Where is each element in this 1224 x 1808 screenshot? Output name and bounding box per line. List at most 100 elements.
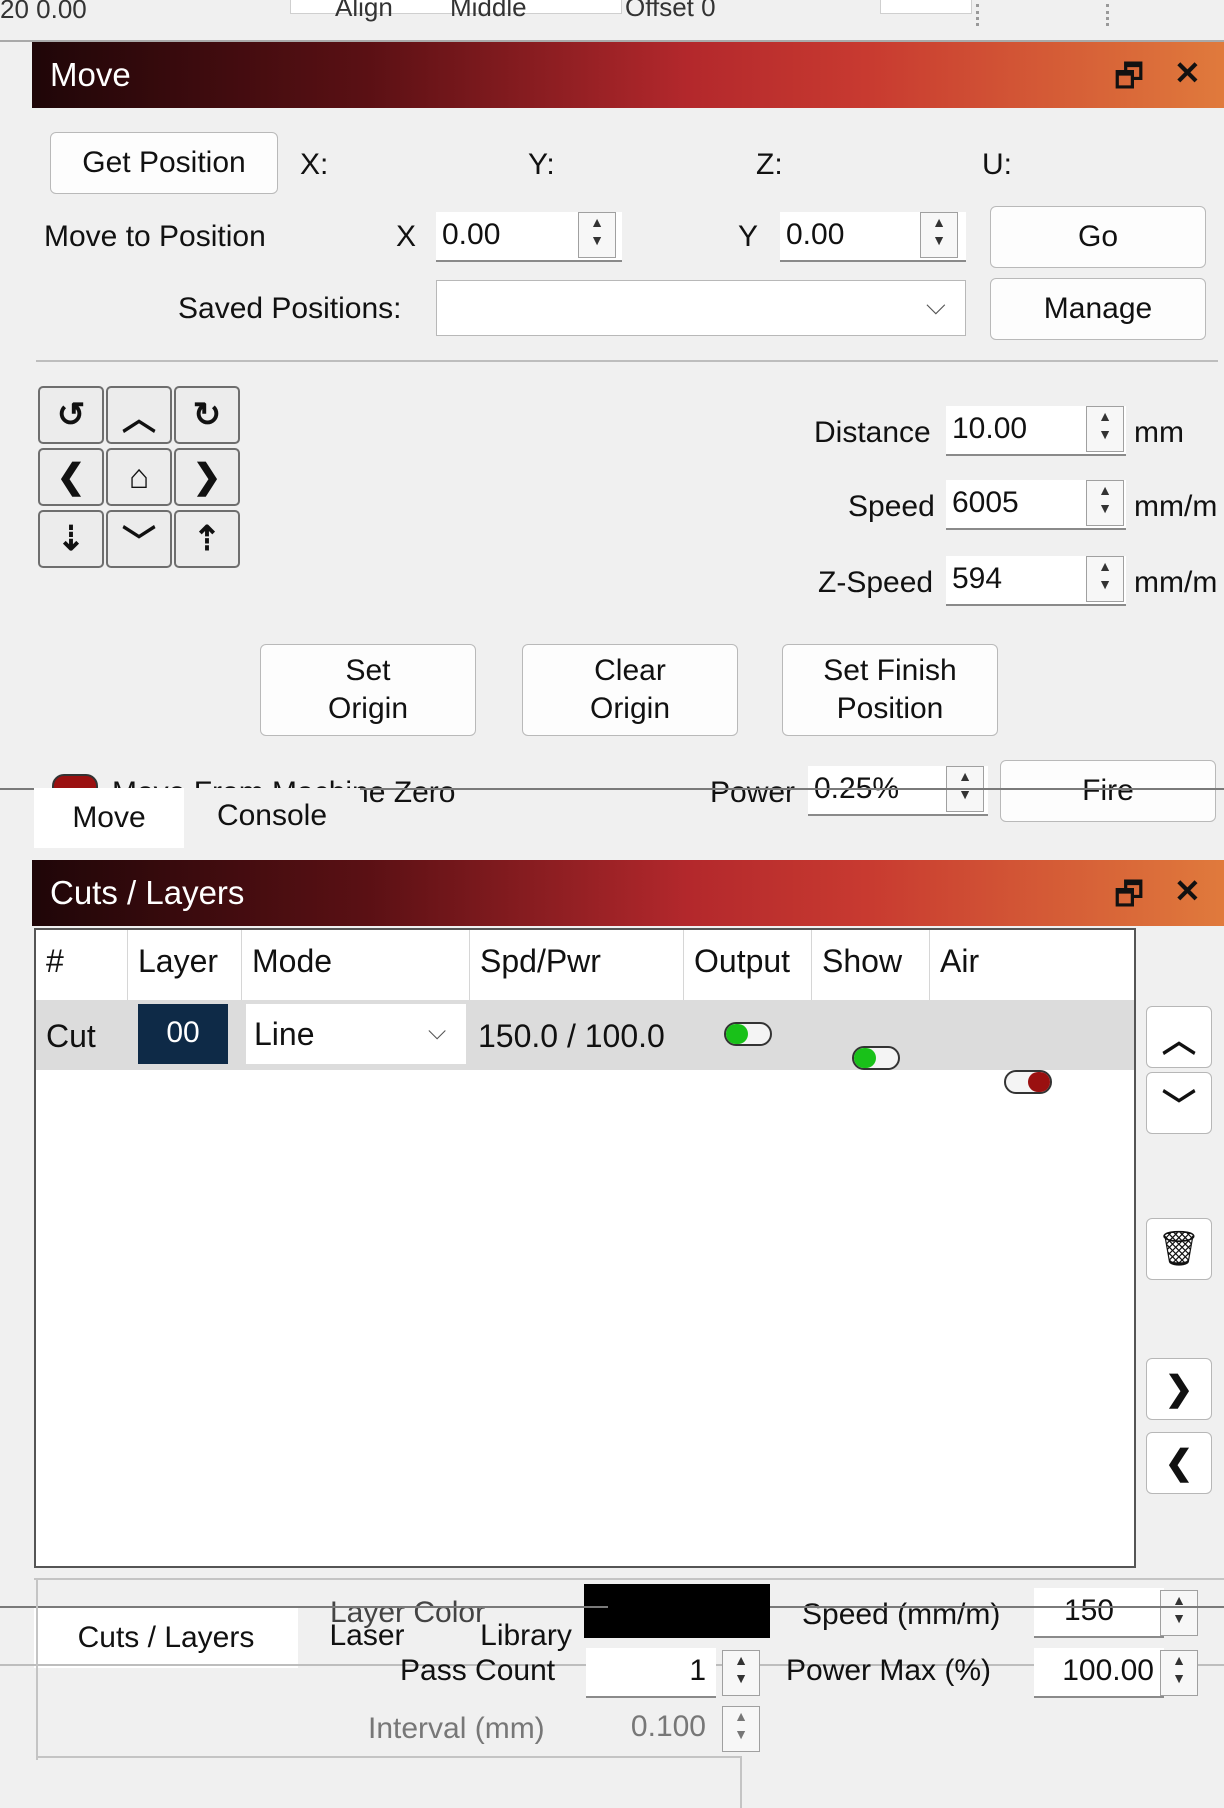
cuts-table[interactable]: # Layer Mode Spd/Pwr Output Show Air Cut… <box>34 928 1136 1568</box>
saved-positions-label: Saved Positions: <box>178 292 402 325</box>
distance-spinner[interactable]: ▲ ▼ <box>1086 406 1124 452</box>
interval-spinner[interactable]: ▲ ▼ <box>722 1706 760 1752</box>
close-icon[interactable]: ✕ <box>1174 872 1201 910</box>
z-up-icon[interactable]: ⇡ <box>174 510 240 568</box>
pass-count-input[interactable]: 1 <box>586 1648 716 1698</box>
cuts-panel-titlebar[interactable]: Cuts / Layers 🗗 ✕ <box>32 860 1224 926</box>
move-y-spinner[interactable]: ▲ ▼ <box>920 212 958 258</box>
move-y-label: Y <box>738 220 759 253</box>
divider <box>34 1578 1224 1580</box>
clear-origin-line1: Clear <box>594 654 666 687</box>
zspeed-spinner[interactable]: ▲ ▼ <box>1086 556 1124 602</box>
move-x-spinner[interactable]: ▲ ▼ <box>578 212 616 258</box>
power-max-spinner[interactable]: ▲ ▼ <box>1160 1650 1198 1696</box>
top-partial-offset: Offset 0 <box>625 0 716 22</box>
toggle-off-knob <box>1028 1072 1050 1092</box>
fire-button[interactable]: Fire <box>1000 760 1216 822</box>
layer-color-chip[interactable]: 00 <box>138 1004 228 1064</box>
col-header-layer[interactable]: Layer <box>128 930 242 1000</box>
divider <box>36 360 1218 362</box>
table-row[interactable]: Cut 00 Line ⌵ 150.0 / 100.0 <box>36 1000 1134 1094</box>
home-icon[interactable]: ⌂ <box>106 448 172 506</box>
jog-up-button[interactable]: ︿ <box>106 386 172 444</box>
power-label: Power <box>710 776 796 809</box>
output-toggle[interactable] <box>724 1022 772 1046</box>
toggle-on-knob <box>854 1048 876 1068</box>
col-header-air[interactable]: Air <box>930 930 1134 1000</box>
distance-label: Distance <box>814 416 931 449</box>
set-finish-line1: Set Finish <box>823 654 957 687</box>
toolbar-grip-icon[interactable] <box>1106 4 1113 26</box>
tab-move[interactable]: Move <box>34 788 184 848</box>
move-x-label: X <box>396 220 417 253</box>
tab-console[interactable]: Console <box>184 788 360 844</box>
air-toggle[interactable] <box>1004 1070 1052 1094</box>
move-to-position-label: Move to Position <box>44 220 266 253</box>
distance-unit: mm <box>1134 416 1184 449</box>
chevron-down-icon[interactable]: ⌵ <box>428 1018 446 1046</box>
divider <box>36 1580 38 1760</box>
move-layer-down-button[interactable]: ﹀ <box>1146 1072 1212 1134</box>
clear-origin-line2: Origin <box>589 692 671 725</box>
col-header-output[interactable]: Output <box>684 930 812 1000</box>
col-header-num[interactable]: # <box>36 930 128 1000</box>
restore-icon[interactable]: 🗗 <box>1114 54 1144 108</box>
pass-count-label: Pass Count <box>400 1654 556 1687</box>
coord-u-label: U: <box>982 148 1012 181</box>
col-header-show[interactable]: Show <box>812 930 930 1000</box>
power-max-label: Power Max (%) <box>786 1654 992 1687</box>
zspeed-unit: mm/m <box>1134 566 1218 599</box>
rotate-cw-icon[interactable]: ↻ <box>174 386 240 444</box>
pass-count-spinner[interactable]: ▲ ▼ <box>722 1650 760 1696</box>
speed-unit: mm/m <box>1134 490 1218 523</box>
get-position-button[interactable]: Get Position <box>50 132 278 194</box>
show-toggle[interactable] <box>852 1046 900 1070</box>
manage-button[interactable]: Manage <box>990 278 1206 340</box>
cut-speed-label: Speed (mm/m) <box>802 1598 1001 1631</box>
z-down-icon[interactable]: ⇣ <box>38 510 104 568</box>
table-header: # Layer Mode Spd/Pwr Output Show Air <box>36 930 1134 1000</box>
spd-pwr-value: 150.0 / 100.0 <box>478 1018 665 1054</box>
jog-down-button[interactable]: ﹀ <box>106 510 172 568</box>
chevron-right-icon[interactable]: ❯ <box>1146 1358 1212 1420</box>
move-panel-titlebar[interactable]: Move 🗗 ✕ <box>32 42 1224 108</box>
cuts-panel-title: Cuts / Layers <box>50 874 245 911</box>
top-partial-text: 20 0.00 <box>0 0 87 24</box>
coord-z-label: Z: <box>756 148 783 181</box>
coord-x-label: X: <box>300 148 329 181</box>
go-button[interactable]: Go <box>990 206 1206 268</box>
top-partial-middle: Middle <box>450 0 527 22</box>
chevron-down-icon[interactable]: ⌵ <box>926 290 946 322</box>
toolbar-grip-icon[interactable] <box>976 4 983 26</box>
set-origin-line1: Set <box>345 654 391 687</box>
jog-right-button[interactable]: ❯ <box>174 448 240 506</box>
col-header-mode[interactable]: Mode <box>242 930 470 1000</box>
chevron-left-icon[interactable]: ❮ <box>1146 1432 1212 1494</box>
clear-origin-button[interactable]: Clear Origin <box>522 644 738 736</box>
top-partial-align: Align <box>335 0 393 22</box>
col-header-spd-pwr[interactable]: Spd/Pwr <box>470 930 684 1000</box>
set-origin-line2: Origin <box>327 692 409 725</box>
set-finish-line2: Position <box>836 692 944 725</box>
top-partial-spin <box>880 0 972 14</box>
speed-label: Speed <box>848 490 935 523</box>
tab-cuts-layers[interactable]: Cuts / Layers <box>34 1608 298 1668</box>
saved-positions-select[interactable] <box>436 280 966 336</box>
set-origin-button[interactable]: Set Origin <box>260 644 476 736</box>
toggle-on-knob <box>726 1024 748 1044</box>
layer-color-swatch-overlap <box>608 1604 770 1636</box>
trash-icon[interactable]: 🗑 <box>1146 1218 1212 1280</box>
cut-speed-spinner[interactable]: ▲ ▼ <box>1160 1590 1198 1636</box>
interval-input[interactable]: 0.100 <box>586 1704 716 1754</box>
jog-left-button[interactable]: ❮ <box>38 448 104 506</box>
cut-speed-input[interactable]: 150 <box>1034 1588 1164 1638</box>
row-num: Cut <box>46 1018 96 1054</box>
close-icon[interactable]: ✕ <box>1174 54 1201 92</box>
rotate-ccw-icon[interactable]: ↺ <box>38 386 104 444</box>
move-layer-up-button[interactable]: ︿ <box>1146 1006 1212 1068</box>
restore-icon[interactable]: 🗗 <box>1114 872 1144 926</box>
set-finish-position-button[interactable]: Set Finish Position <box>782 644 998 736</box>
power-max-input[interactable]: 100.00 <box>1034 1648 1164 1698</box>
speed-spinner[interactable]: ▲ ▼ <box>1086 480 1124 526</box>
zspeed-label: Z-Speed <box>818 566 934 599</box>
